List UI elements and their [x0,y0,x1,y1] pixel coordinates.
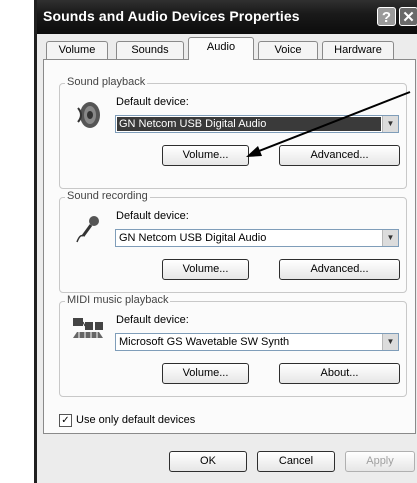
annotation-arrow [246,91,411,157]
